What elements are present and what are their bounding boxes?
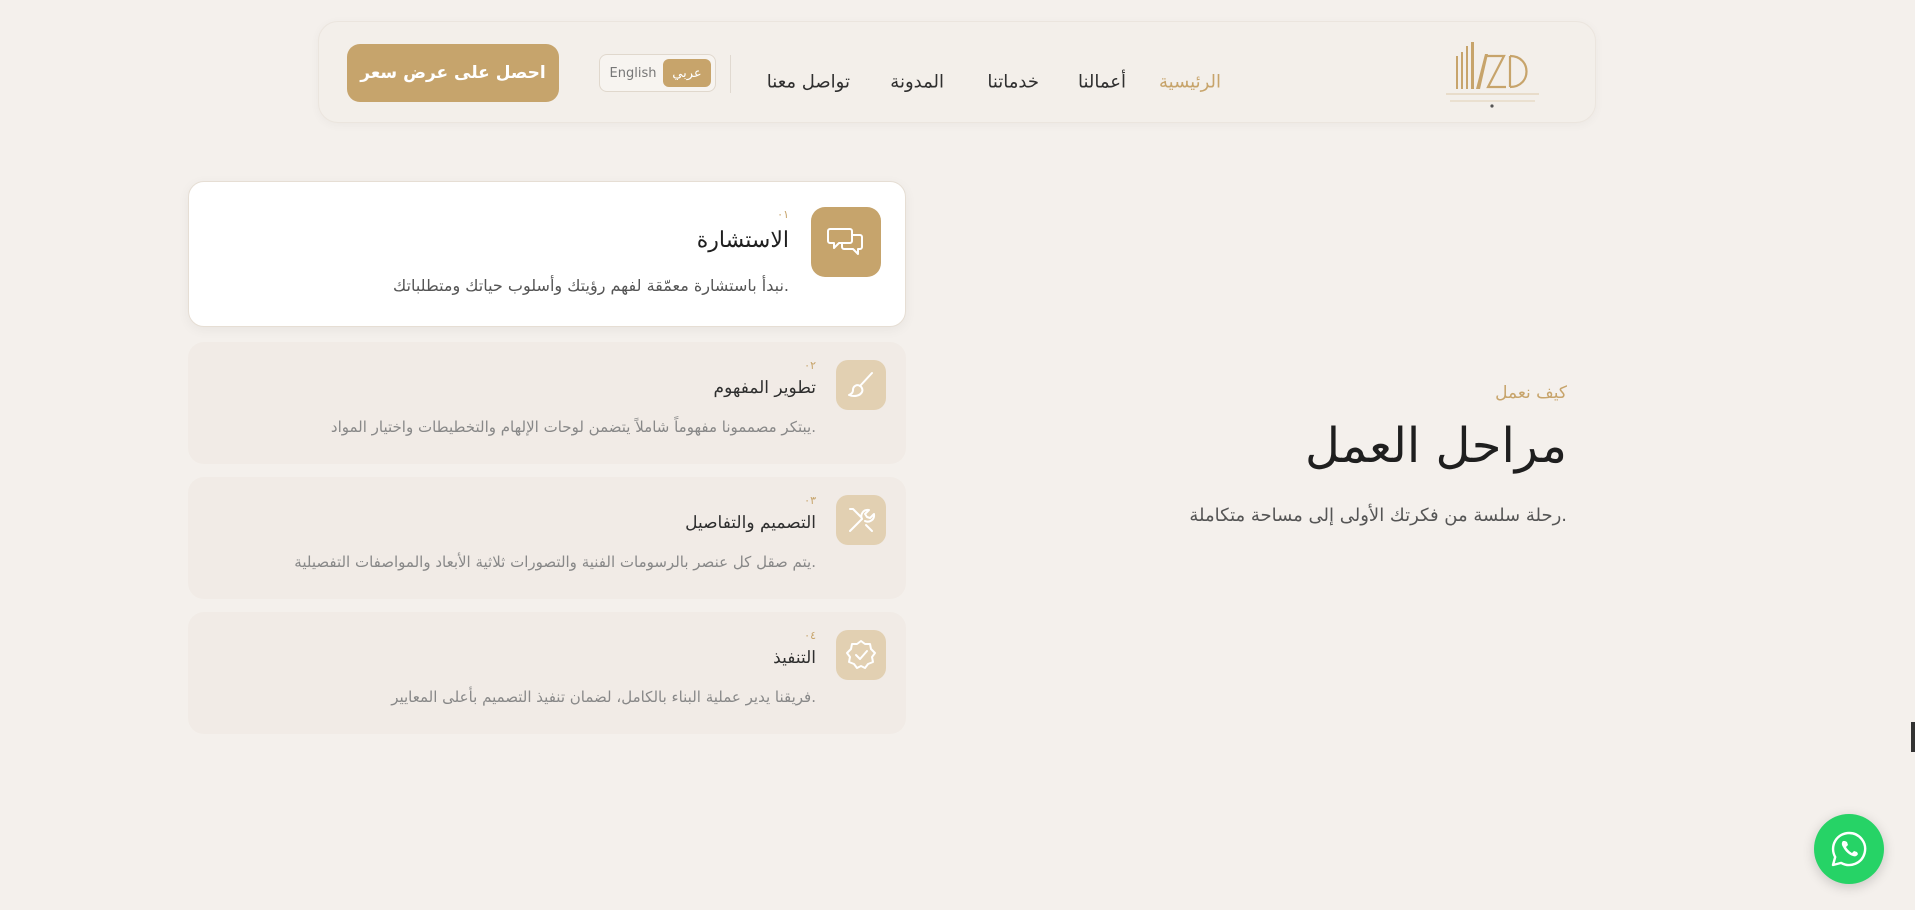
step-title: تطوير المفهوم xyxy=(713,378,816,398)
section-eyebrow: كيف نعمل xyxy=(1495,383,1567,403)
nav-contact[interactable]: تواصل معنا xyxy=(767,72,850,93)
brand-logo[interactable] xyxy=(1440,40,1545,110)
lang-arabic-button[interactable]: عربي xyxy=(663,59,711,87)
step-description: فريقنا يدير عملية البناء بالكامل، لضمان … xyxy=(391,688,816,706)
site-header: الرئيسية أعمالنا خدماتنا المدونة تواصل م… xyxy=(318,21,1596,123)
badge-check-icon xyxy=(836,630,886,680)
section-title: مراحل العمل xyxy=(1304,418,1567,474)
language-switch: عربي English xyxy=(599,54,716,92)
azd-logo-mark xyxy=(1446,42,1539,108)
step-title: الاستشارة xyxy=(696,228,789,253)
get-quote-button[interactable]: احصل على عرض سعر xyxy=(347,44,559,102)
step-description: نبدأ باستشارة معمّقة لفهم رؤيتك وأسلوب ح… xyxy=(393,276,789,295)
step-description: يبتكر مصممونا مفهوماً شاملاً يتضمن لوحات… xyxy=(330,418,816,436)
step-number: ٠١ xyxy=(777,208,789,221)
nav-services[interactable]: خدماتنا xyxy=(987,72,1039,93)
nav-works[interactable]: أعمالنا xyxy=(1078,72,1126,93)
nav-blog[interactable]: المدونة xyxy=(890,72,944,93)
lang-english-button[interactable]: English xyxy=(604,59,662,87)
step-card-design-details[interactable]: ٠٣ التصميم والتفاصيل يتم صقل كل عنصر بال… xyxy=(188,477,906,599)
step-description: يتم صقل كل عنصر بالرسومات الفنية والتصور… xyxy=(294,553,816,571)
step-card-execution[interactable]: ٠٤ التنفيذ فريقنا يدير عملية البناء بالك… xyxy=(188,612,906,734)
step-title: التصميم والتفاصيل xyxy=(685,513,816,533)
step-card-consultation[interactable]: ٠١ الاستشارة نبدأ باستشارة معمّقة لفهم ر… xyxy=(188,181,906,327)
scrollbar-thumb[interactable] xyxy=(1911,722,1915,752)
brush-icon xyxy=(836,360,886,410)
step-title: التنفيذ xyxy=(773,648,816,668)
step-number: ٠٤ xyxy=(804,629,816,642)
step-card-concept[interactable]: ٠٢ تطوير المفهوم يبتكر مصممونا مفهوماً ش… xyxy=(188,342,906,464)
tools-icon xyxy=(836,495,886,545)
chat-bubbles-icon xyxy=(811,207,881,277)
whatsapp-icon xyxy=(1831,831,1867,867)
nav-divider xyxy=(730,55,731,93)
section-subtitle: رحلة سلسة من فكرتك الأولى إلى مساحة متكا… xyxy=(1189,505,1567,526)
whatsapp-button[interactable] xyxy=(1814,814,1884,884)
step-number: ٠٣ xyxy=(804,494,816,507)
page: الرئيسية أعمالنا خدماتنا المدونة تواصل م… xyxy=(0,0,1915,910)
nav-home[interactable]: الرئيسية xyxy=(1159,72,1221,93)
step-number: ٠٢ xyxy=(804,359,816,372)
